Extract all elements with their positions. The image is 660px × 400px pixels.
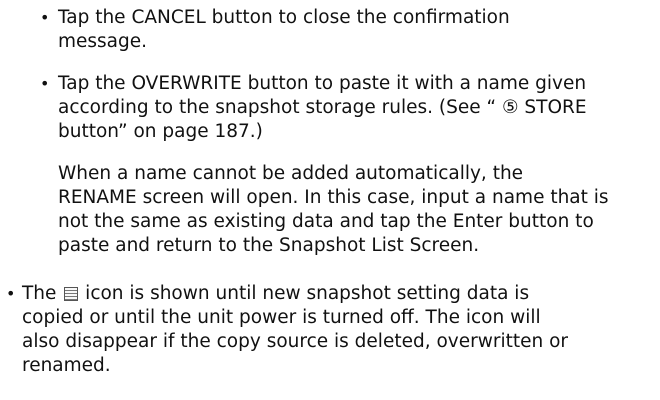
- text-line: copied or until the unit power is turned…: [22, 307, 541, 328]
- text-line: message.: [58, 31, 148, 52]
- list-icon: [64, 287, 79, 301]
- text-line: also disappear if the copy source is del…: [22, 331, 569, 352]
- text-line: Tap the CANCEL button to close the confi…: [58, 7, 510, 28]
- text-line: The icon is shown until new snapshot set…: [22, 282, 568, 306]
- text-line: paste and return to the Snapshot List Sc…: [58, 235, 480, 256]
- text-segment: The: [22, 283, 63, 304]
- bullet-dot: •: [40, 8, 50, 27]
- rename-note: When a name cannot be added automaticall…: [58, 162, 609, 258]
- bullet-dot: •: [6, 284, 16, 303]
- sub-item-cancel: Tap the CANCEL button to close the confi…: [58, 6, 510, 54]
- text-line: button” on page 187.): [58, 121, 263, 142]
- text-line: Tap the OVERWRITE button to paste it wit…: [58, 73, 587, 94]
- text-segment: icon is shown until new snapshot setting…: [79, 283, 530, 304]
- text-line: renamed.: [22, 355, 111, 376]
- sub-item-overwrite: Tap the OVERWRITE button to paste it wit…: [58, 72, 587, 144]
- text-line: not the same as existing data and tap th…: [58, 211, 594, 232]
- text-line: When a name cannot be added automaticall…: [58, 163, 524, 184]
- text-line: according to the snapshot storage rules.…: [58, 97, 587, 118]
- text-line: RENAME screen will open. In this case, i…: [58, 187, 609, 208]
- manual-page: { "sub_items": [ { "lines": ["Tap the CA…: [0, 0, 660, 400]
- icon-note: The icon is shown until new snapshot set…: [22, 282, 568, 378]
- bullet-dot: •: [40, 74, 50, 93]
